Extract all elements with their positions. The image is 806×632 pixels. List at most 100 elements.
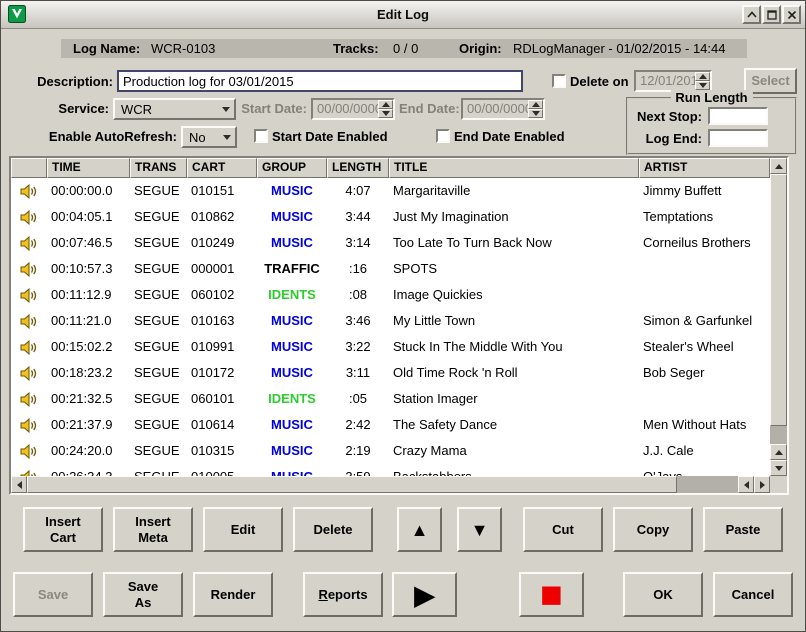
speaker-icon-cell [11,308,47,334]
scroll-up-button[interactable] [770,158,787,174]
copy-label: Copy [637,522,670,538]
table-row[interactable]: 00:15:02.2 SEGUE 010991 MUSIC 3:22 Stuck… [11,334,770,360]
cell-trans: SEGUE [130,464,187,476]
delete-on-checkbox[interactable] [552,74,566,88]
cell-title: Just My Imagination [389,204,639,230]
ok-label: OK [653,587,673,603]
cell-title: The Safety Dance [389,412,639,438]
vertical-scrollbar-thumb[interactable] [770,174,787,426]
info-bar: Log Name: WCR-0103 Tracks: 0 / 0 Origin:… [61,39,747,58]
edit-button[interactable]: Edit [203,507,283,552]
autorefresh-label: Enable AutoRefresh: [29,129,177,144]
move-down-icon: ▼ [471,522,489,538]
speaker-icon [20,392,38,407]
scroll-up-button-2[interactable] [770,444,787,460]
scroll-right-button[interactable] [754,476,770,493]
start-date-spinner [378,100,393,118]
maximize-icon [767,10,777,20]
cell-artist: Corneilus Brothers [639,230,770,256]
end-date-spinner [528,100,543,118]
autorefresh-combobox[interactable]: No [181,126,237,148]
vertical-scrollbar[interactable] [770,158,787,476]
scroll-left-button[interactable] [11,476,27,493]
titlebar[interactable]: Edit Log [1,1,805,29]
delete-on-date-spinner [695,72,710,90]
col-time[interactable]: TIME [47,158,130,178]
cut-label: Cut [552,522,574,538]
delete-button[interactable]: Delete [293,507,373,552]
cell-cart: 010163 [187,308,257,334]
cell-group: MUSIC [257,230,327,256]
table-row[interactable]: 00:11:21.0 SEGUE 010163 MUSIC 3:46 My Li… [11,308,770,334]
col-group[interactable]: GROUP [257,158,327,178]
cancel-button[interactable]: Cancel [713,572,793,617]
cell-cart: 010005 [187,464,257,476]
cut-button[interactable]: Cut [523,507,603,552]
start-date-enabled-checkbox[interactable] [254,129,268,143]
move-down-button[interactable]: ▼ [457,507,502,552]
table-row[interactable]: 00:21:37.9 SEGUE 010614 MUSIC 2:42 The S… [11,412,770,438]
horizontal-scrollbar[interactable] [11,476,770,493]
cell-trans: SEGUE [130,386,187,412]
cell-length: 3:59 [327,464,389,476]
reports-rest: eports [328,587,368,602]
table-row[interactable]: 00:11:12.9 SEGUE 060102 IDENTS :08 Image… [11,282,770,308]
insert-cart-button[interactable]: Insert Cart [23,507,103,552]
cell-length: 2:42 [327,412,389,438]
insert-meta-button[interactable]: Insert Meta [113,507,193,552]
table-row[interactable]: 00:26:34.3 SEGUE 010005 MUSIC 3:59 Backs… [11,464,770,476]
close-button[interactable] [782,5,801,24]
table-row[interactable]: 00:10:57.3 SEGUE 000001 TRAFFIC :16 SPOT… [11,256,770,282]
col-trans[interactable]: TRANS [130,158,187,178]
dropdown-arrow-icon [218,107,234,112]
delete-on-label: Delete on [570,74,629,89]
table-row[interactable]: 00:00:00.0 SEGUE 010151 MUSIC 4:07 Marga… [11,178,770,204]
stop-button[interactable]: ■ [519,572,584,617]
cell-time: 00:07:46.5 [47,230,130,256]
scrollbar-corner [770,476,787,493]
maximize-button[interactable] [762,5,781,24]
reports-button[interactable]: Reports [303,572,383,617]
description-input[interactable] [117,70,523,92]
table-row[interactable]: 00:07:46.5 SEGUE 010249 MUSIC 3:14 Too L… [11,230,770,256]
cell-length: 3:11 [327,360,389,386]
col-title[interactable]: TITLE [389,158,639,178]
ok-button[interactable]: OK [623,572,703,617]
cell-title: Crazy Mama [389,438,639,464]
end-date-enabled-checkbox[interactable] [436,129,450,143]
service-combobox[interactable]: WCR [113,98,236,120]
scroll-down-button[interactable] [770,460,787,476]
shade-button[interactable] [742,5,761,24]
col-artist[interactable]: ARTIST [639,158,770,178]
move-up-button[interactable]: ▲ [397,507,442,552]
render-button[interactable]: Render [193,572,273,617]
table-row[interactable]: 00:21:32.5 SEGUE 060101 IDENTS :05 Stati… [11,386,770,412]
speaker-icon-cell [11,438,47,464]
speaker-icon-cell [11,204,47,230]
speaker-icon-cell [11,334,47,360]
cell-title: Too Late To Turn Back Now [389,230,639,256]
cell-title: SPOTS [389,256,639,282]
copy-button[interactable]: Copy [613,507,693,552]
table-row[interactable]: 00:04:05.1 SEGUE 010862 MUSIC 3:44 Just … [11,204,770,230]
spin-down-button [695,81,710,90]
log-end-field [708,129,768,147]
start-date-field: 00/00/0000 [311,98,395,120]
table-row[interactable]: 00:18:23.2 SEGUE 010172 MUSIC 3:11 Old T… [11,360,770,386]
col-cart[interactable]: CART [187,158,257,178]
horizontal-scrollbar-thumb[interactable] [27,476,677,493]
cell-cart: 010151 [187,178,257,204]
delete-label: Delete [313,522,352,538]
play-button[interactable]: ▶ [392,572,457,617]
origin-value: RDLogManager - 01/02/2015 - 14:44 [513,39,725,58]
col-length[interactable]: LENGTH [327,158,389,178]
description-label: Description: [21,74,113,89]
save-as-button[interactable]: Save As [103,572,183,617]
paste-button[interactable]: Paste [703,507,783,552]
move-up-icon: ▲ [411,522,429,538]
cell-length: 3:44 [327,204,389,230]
scroll-left-button-2[interactable] [738,476,754,493]
table-row[interactable]: 00:24:20.0 SEGUE 010315 MUSIC 2:19 Crazy… [11,438,770,464]
speaker-icon [20,262,38,277]
end-date-field: 00/00/0000 [461,98,545,120]
